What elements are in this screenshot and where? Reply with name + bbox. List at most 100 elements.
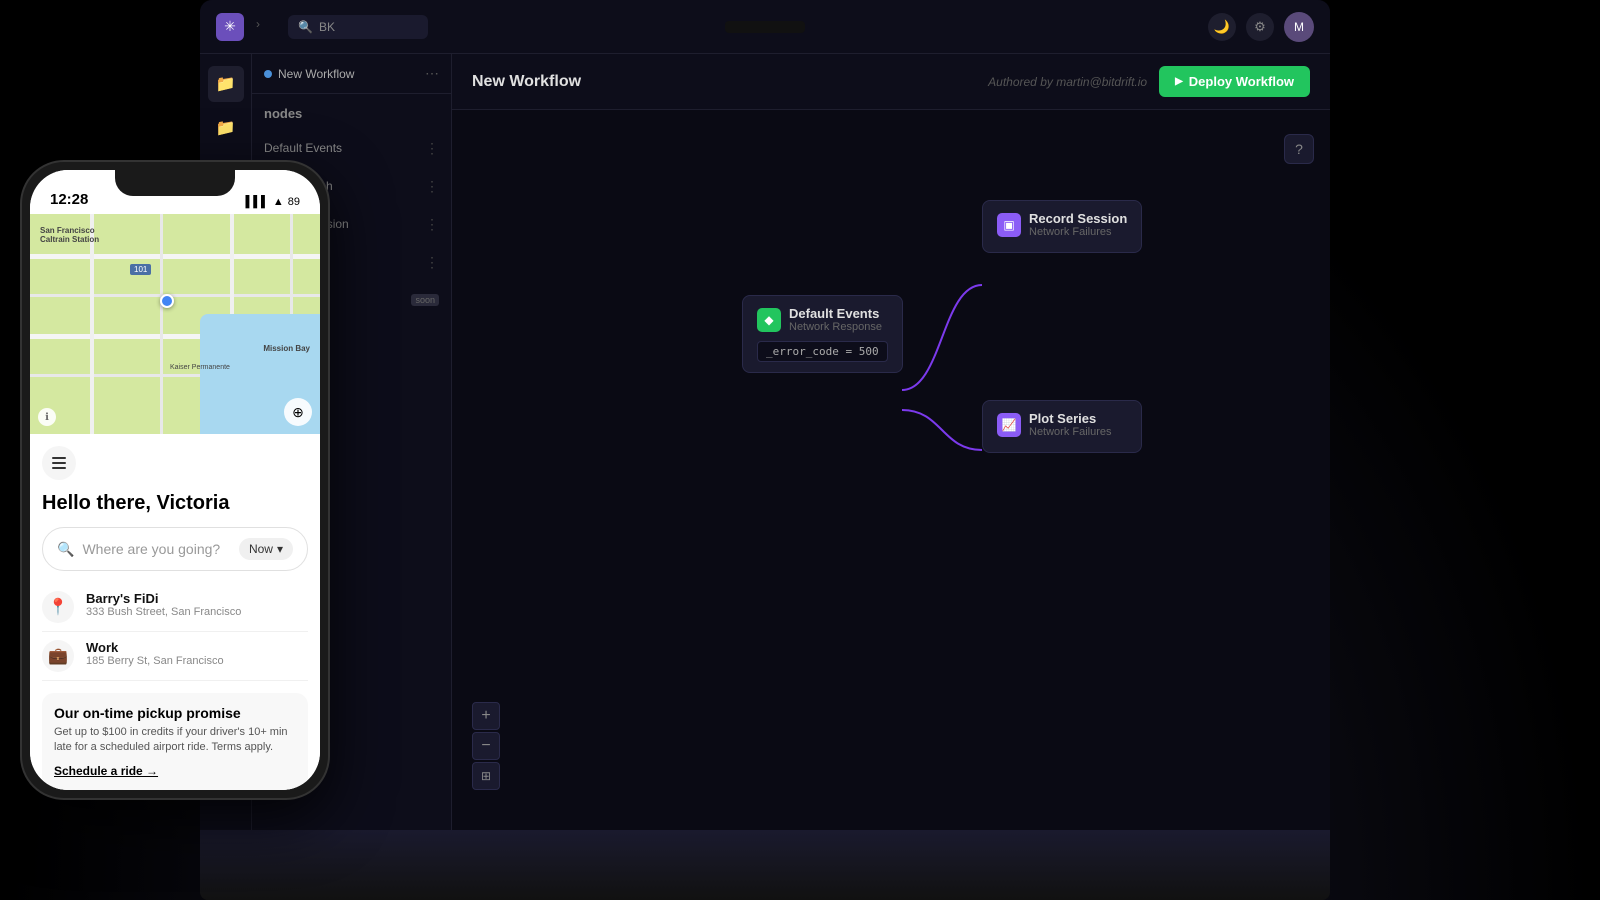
location-name-work: Work — [86, 640, 224, 655]
node-record-session-title: Record Session — [1029, 211, 1127, 226]
top-bar-right: 🌙 ⚙ M — [1208, 12, 1314, 42]
node-plot-series-info: Plot Series Network Failures — [1029, 411, 1112, 438]
search-text: BK — [319, 20, 335, 34]
h-line-3 — [52, 467, 66, 469]
workflow-title: New Workflow — [472, 73, 581, 91]
moon-icon[interactable]: 🌙 — [1208, 13, 1236, 41]
wifi-icon: ▲ — [273, 196, 284, 208]
map-road-v2 — [160, 214, 163, 434]
laptop-frame: ✳ › 🔍 BK 🌙 ⚙ M 📁 📁 📁 📁 — [200, 0, 1330, 830]
hamburger-lines — [52, 457, 66, 469]
node-record-session-subtitle: Network Failures — [1029, 226, 1127, 238]
phone-notch — [115, 170, 235, 196]
node-record-session[interactable]: ▣ Record Session Network Failures — [982, 200, 1142, 253]
laptop-keyboard — [200, 830, 1330, 900]
app-chrome: ✳ › 🔍 BK 🌙 ⚙ M 📁 📁 📁 📁 — [200, 0, 1330, 830]
workflow-header-right: Authored by martin@bitdrift.io Deploy Wo… — [988, 66, 1310, 97]
map-label-kaiser: Kaiser Permanente — [170, 364, 230, 371]
phone-time: 12:28 — [50, 191, 88, 208]
expand-icon[interactable]: › — [256, 17, 276, 37]
location-pin-icon-barrys: 📍 — [48, 597, 68, 617]
promo-card: Our on-time pickup promise Get up to $10… — [42, 693, 308, 790]
h-line-2 — [52, 462, 66, 464]
node-default-events-tag: _error_code = 500 — [757, 341, 888, 362]
tab-dot — [264, 70, 272, 78]
settings-icon[interactable]: ⚙ — [1246, 13, 1274, 41]
node-record-session-header: ▣ Record Session Network Failures — [997, 211, 1127, 238]
map-label-caltrain: San FranciscoCaltrain Station — [40, 226, 99, 244]
location-icon-barrys: 📍 — [42, 591, 74, 623]
funnel-soon-badge: soon — [411, 294, 439, 306]
map-road-h1 — [30, 254, 320, 259]
workflow-tab[interactable]: New Workflow ⋯ — [252, 54, 451, 94]
map-info-button[interactable]: ℹ — [38, 408, 56, 426]
node-default-events-subtitle: Network Response — [789, 321, 882, 333]
map-compass-button[interactable]: ⊕ — [284, 398, 312, 426]
workflow-header: New Workflow Authored by martin@bitdrift… — [452, 54, 1330, 110]
help-button[interactable]: ? — [1284, 134, 1314, 164]
time-picker-label: Now — [249, 542, 273, 556]
canvas-area[interactable]: New Workflow Authored by martin@bitdrift… — [452, 54, 1330, 830]
hamburger-button[interactable] — [42, 446, 76, 480]
location-info-work: Work 185 Berry St, San Francisco — [86, 640, 224, 667]
node-default-events-title: Default Events — [789, 306, 882, 321]
h-line-1 — [52, 457, 66, 459]
deploy-workflow-button[interactable]: Deploy Workflow — [1159, 66, 1310, 97]
phone-search-box[interactable]: 🔍 Where are you going? Now ▾ — [42, 527, 308, 571]
zoom-settings-button[interactable]: ⊞ — [472, 762, 500, 790]
greeting-text: Hello there, Victoria — [42, 492, 308, 515]
time-picker-chevron: ▾ — [277, 542, 283, 556]
phone-frame: 12:28 ▌▌▌ ▲ 89 San FranciscoCaltrain St — [20, 160, 330, 800]
node-plot-series-title: Plot Series — [1029, 411, 1112, 426]
tab-menu-icon[interactable]: ⋯ — [425, 65, 439, 82]
map-area[interactable]: San FranciscoCaltrain Station Mission Ba… — [30, 214, 320, 434]
promo-link[interactable]: Schedule a ride → — [54, 764, 158, 778]
location-icon-work: 💼 — [42, 640, 74, 672]
zoom-out-button[interactable]: − — [472, 732, 500, 760]
user-avatar[interactable]: M — [1284, 12, 1314, 42]
map-highway-label: 101 — [130, 264, 151, 275]
promo-title: Our on-time pickup promise — [54, 705, 296, 721]
panel-title: nodes — [252, 94, 451, 129]
signal-icon: ▌▌▌ — [245, 196, 268, 208]
app-logo: ✳ — [216, 13, 244, 41]
search-icon: 🔍 — [298, 20, 313, 34]
search-bar[interactable]: 🔍 BK — [288, 15, 428, 39]
location-name-barrys: Barry's FiDi — [86, 591, 241, 606]
phone-search-placeholder: Where are you going? — [82, 541, 231, 557]
map-location-pin — [160, 294, 174, 308]
item-menu-metric-match[interactable]: ⋮ — [425, 178, 439, 195]
zoom-in-button[interactable]: + — [472, 702, 500, 730]
authored-by: Authored by martin@bitdrift.io — [988, 75, 1147, 89]
item-menu-plot-series[interactable]: ⋮ — [425, 254, 439, 271]
main-layout: 📁 📁 📁 📁 New Workflow ⋯ nodes Default Eve… — [200, 54, 1330, 830]
location-item-barrys[interactable]: 📍 Barry's FiDi 333 Bush Street, San Fran… — [42, 583, 308, 632]
map-label-mission-bay: Mission Bay — [263, 344, 310, 353]
node-default-events[interactable]: ◆ Default Events Network Response _error… — [742, 295, 903, 373]
item-menu-default-events[interactable]: ⋮ — [425, 140, 439, 157]
camera-notch — [725, 21, 805, 33]
top-bar: ✳ › 🔍 BK 🌙 ⚙ M — [200, 0, 1330, 54]
promo-text: Get up to $100 in credits if your driver… — [54, 725, 296, 756]
location-info-barrys: Barry's FiDi 333 Bush Street, San Franci… — [86, 591, 241, 618]
sidebar-item-folder2[interactable]: 📁 — [208, 110, 244, 146]
tab-name: New Workflow — [278, 67, 419, 81]
location-address-barrys: 333 Bush Street, San Francisco — [86, 606, 241, 618]
location-address-work: 185 Berry St, San Francisco — [86, 655, 224, 667]
item-menu-record-session[interactable]: ⋮ — [425, 216, 439, 233]
node-plot-series[interactable]: 📈 Plot Series Network Failures — [982, 400, 1142, 453]
sidebar-item-folder1[interactable]: 📁 — [208, 66, 244, 102]
node-record-session-info: Record Session Network Failures — [1029, 211, 1127, 238]
canvas-nodes: ◆ Default Events Network Response _error… — [452, 110, 1330, 830]
node-default-events-header: ◆ Default Events Network Response — [757, 306, 888, 333]
location-work-icon: 💼 — [48, 646, 68, 666]
location-item-work[interactable]: 💼 Work 185 Berry St, San Francisco — [42, 632, 308, 681]
phone-screen: 12:28 ▌▌▌ ▲ 89 San FranciscoCaltrain St — [30, 170, 320, 790]
app-content: Hello there, Victoria 🔍 Where are you go… — [30, 434, 320, 790]
connections-svg — [452, 110, 1330, 830]
node-plot-series-subtitle: Network Failures — [1029, 426, 1112, 438]
time-picker[interactable]: Now ▾ — [239, 538, 293, 560]
map-road-h2 — [30, 294, 320, 297]
node-default-events-info: Default Events Network Response — [789, 306, 882, 333]
node-plot-series-icon: 📈 — [997, 413, 1021, 437]
